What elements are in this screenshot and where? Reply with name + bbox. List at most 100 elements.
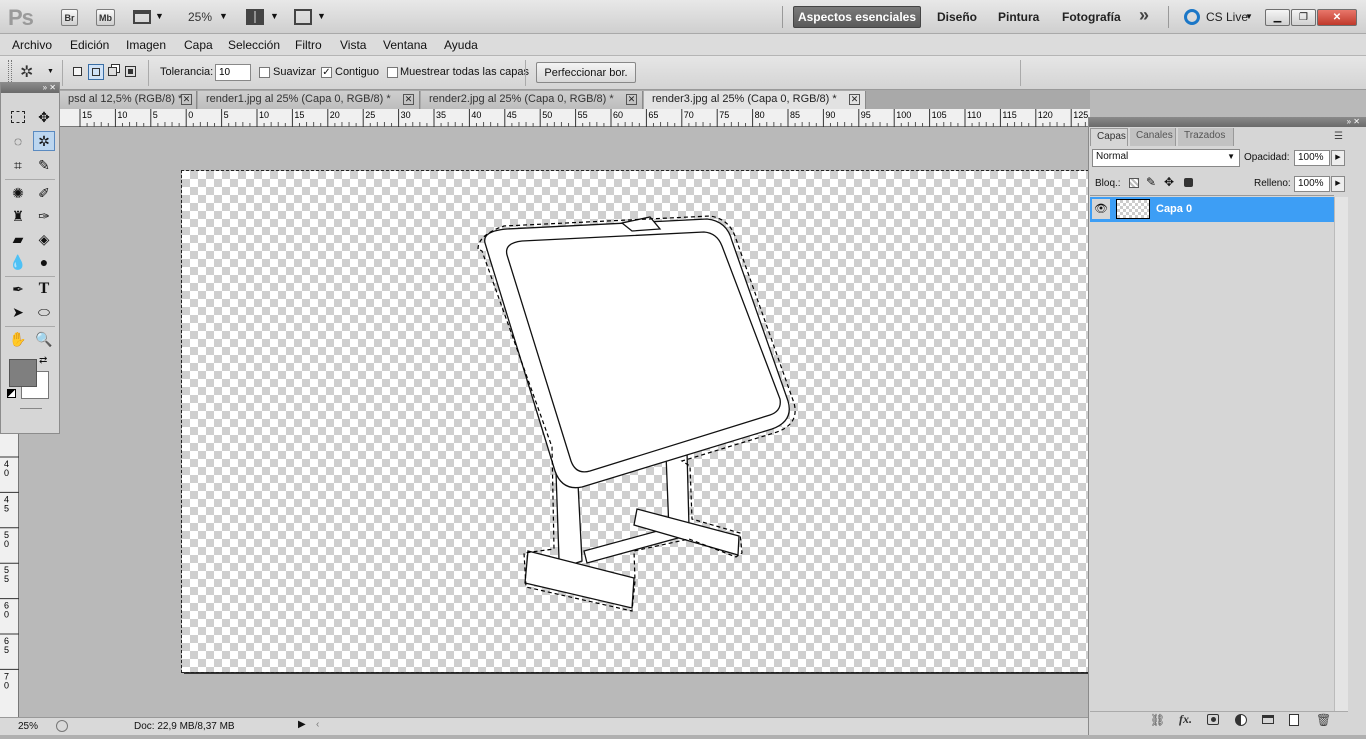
menu-imagen[interactable]: Imagen	[126, 38, 166, 52]
close-icon[interactable]: ✕	[181, 94, 192, 105]
contiguous-checkbox[interactable]: ✓	[321, 67, 332, 78]
view-extras-icon[interactable]	[133, 10, 151, 24]
screen-mode-icon[interactable]	[294, 9, 312, 25]
adjustment-layer-icon[interactable]	[1235, 714, 1247, 726]
minimize-button[interactable]: ▁	[1265, 9, 1290, 26]
tolerance-input[interactable]	[215, 64, 251, 81]
add-mask-icon[interactable]	[1207, 714, 1219, 725]
collapse-icon[interactable]: »	[1347, 117, 1351, 126]
panel-header[interactable]: » ✕	[1089, 117, 1366, 127]
opacity-input[interactable]: 100%	[1294, 150, 1330, 166]
close-icon[interactable]: ✕	[626, 94, 637, 105]
close-icon[interactable]: ✕	[1353, 117, 1360, 126]
chevron-down-icon[interactable]: ▼	[155, 11, 164, 21]
layer-style-icon[interactable]: fx.	[1179, 712, 1192, 727]
restore-button[interactable]: ❐	[1291, 9, 1316, 26]
chevron-down-icon[interactable]: ▼	[270, 11, 279, 21]
close-button[interactable]: ✕	[1317, 9, 1357, 26]
chevron-down-icon[interactable]: ▼	[219, 11, 228, 21]
tab-paths[interactable]: Trazados	[1178, 128, 1234, 146]
fill-slider-arrow-icon[interactable]: ▶	[1331, 176, 1345, 192]
menu-ventana[interactable]: Ventana	[383, 38, 427, 52]
tab-channels[interactable]: Canales	[1130, 128, 1176, 146]
menu-seleccion[interactable]: Selección	[228, 38, 280, 52]
brush-tool-icon[interactable]: ✐	[33, 183, 55, 203]
new-selection-icon[interactable]	[73, 67, 82, 76]
zoom-tool-icon[interactable]: 🔍	[33, 329, 55, 349]
close-icon[interactable]: ✕	[49, 83, 56, 92]
document-canvas[interactable]	[181, 170, 1089, 673]
status-menu-arrow-icon[interactable]: ▶	[298, 719, 306, 730]
pen-tool-icon[interactable]: ✒	[7, 279, 29, 299]
subtract-selection-icon[interactable]	[108, 67, 117, 76]
lock-all-icon[interactable]	[1184, 178, 1193, 187]
cs-live-icon[interactable]	[1184, 9, 1200, 25]
scroll-left-icon[interactable]: ‹	[316, 719, 319, 730]
tab-render3[interactable]: render3.jpg al 25% (Capa 0, RGB/8) * ✕	[644, 91, 866, 109]
quick-mask-icon[interactable]	[20, 408, 42, 409]
foreground-color-swatch[interactable]	[9, 359, 37, 387]
link-layers-icon[interactable]: ⛓	[1150, 713, 1165, 727]
hand-tool-icon[interactable]: ✋	[7, 329, 29, 349]
layer-row[interactable]: 👁 Capa 0	[1090, 197, 1334, 222]
menu-vista[interactable]: Vista	[340, 38, 366, 52]
zoom-level-dropdown[interactable]: 25%	[188, 10, 212, 24]
fill-input[interactable]: 100%	[1294, 176, 1330, 192]
new-group-icon[interactable]	[1262, 715, 1274, 724]
chevron-down-icon[interactable]: ▼	[47, 68, 54, 75]
opacity-slider-arrow-icon[interactable]: ▶	[1331, 150, 1345, 166]
lock-pixels-icon[interactable]: ✎	[1146, 175, 1156, 189]
menu-archivo[interactable]: Archivo	[12, 38, 52, 52]
magic-wand-tool-icon[interactable]: ✲	[33, 131, 55, 151]
marquee-tool-icon[interactable]	[7, 107, 29, 127]
info-icon[interactable]	[56, 720, 68, 732]
lasso-tool-icon[interactable]: ◌	[7, 131, 29, 151]
minibridge-button[interactable]: Mb	[96, 9, 115, 26]
workspace-photography[interactable]: Fotografía	[1062, 10, 1121, 24]
layer-name[interactable]: Capa 0	[1156, 203, 1192, 215]
tab-render2[interactable]: render2.jpg al 25% (Capa 0, RGB/8) * ✕	[421, 91, 643, 109]
workspace-design[interactable]: Diseño	[937, 10, 977, 24]
antialias-checkbox[interactable]	[259, 67, 270, 78]
paint-bucket-tool-icon[interactable]: ◈	[33, 229, 55, 249]
default-colors-icon[interactable]	[7, 389, 16, 398]
panel-menu-icon[interactable]: ☰	[1334, 131, 1343, 142]
chevron-down-icon[interactable]: ▼	[317, 11, 326, 21]
lock-transparency-icon[interactable]	[1129, 178, 1139, 188]
ellipse-tool-icon[interactable]: ⬭	[33, 302, 55, 322]
path-selection-tool-icon[interactable]: ➤	[7, 302, 29, 322]
delete-layer-icon[interactable]: 🗑	[1316, 713, 1331, 727]
zoom-field[interactable]: 25%	[18, 721, 38, 732]
close-icon[interactable]: ✕	[849, 94, 860, 105]
move-tool-icon[interactable]: ✥	[33, 107, 55, 127]
cs-live-menu[interactable]: CS Live	[1206, 10, 1248, 24]
crop-tool-icon[interactable]: ⌗	[7, 155, 29, 175]
more-workspaces-icon[interactable]: »	[1139, 5, 1149, 26]
eraser-tool-icon[interactable]: ▰	[7, 229, 29, 249]
menu-capa[interactable]: Capa	[184, 38, 213, 52]
menu-filtro[interactable]: Filtro	[295, 38, 322, 52]
magic-wand-icon[interactable]: ✲	[20, 62, 33, 82]
history-brush-tool-icon[interactable]: ✑	[33, 206, 55, 226]
dodge-tool-icon[interactable]: ●	[33, 252, 55, 272]
menu-ayuda[interactable]: Ayuda	[444, 38, 478, 52]
add-to-selection-icon[interactable]	[88, 64, 104, 80]
workspace-essentials[interactable]: Aspectos esenciales	[793, 6, 921, 28]
eyedropper-tool-icon[interactable]: ✎	[33, 155, 55, 175]
arrange-documents-icon[interactable]	[246, 9, 264, 25]
bridge-button[interactable]: Br	[61, 9, 78, 26]
layers-scrollbar[interactable]	[1334, 197, 1348, 711]
refine-edge-button[interactable]: Perfeccionar bor.	[536, 62, 636, 83]
close-icon[interactable]: ✕	[403, 94, 414, 105]
healing-brush-tool-icon[interactable]: ✺	[7, 183, 29, 203]
swap-colors-icon[interactable]: ⇄	[39, 355, 47, 366]
tab-document-psd[interactable]: psd al 12,5% (RGB/8) * ✕	[60, 91, 197, 109]
new-layer-icon[interactable]	[1289, 714, 1299, 726]
workspace-painting[interactable]: Pintura	[998, 10, 1039, 24]
tools-panel-header[interactable]: » ✕	[1, 83, 59, 93]
visibility-eye-icon[interactable]: 👁	[1092, 199, 1110, 219]
chevron-down-icon[interactable]: ▼	[1227, 152, 1235, 161]
lock-position-icon[interactable]: ✥	[1164, 175, 1174, 189]
blur-tool-icon[interactable]: 💧	[7, 252, 29, 272]
sample-all-layers-checkbox[interactable]	[387, 67, 398, 78]
